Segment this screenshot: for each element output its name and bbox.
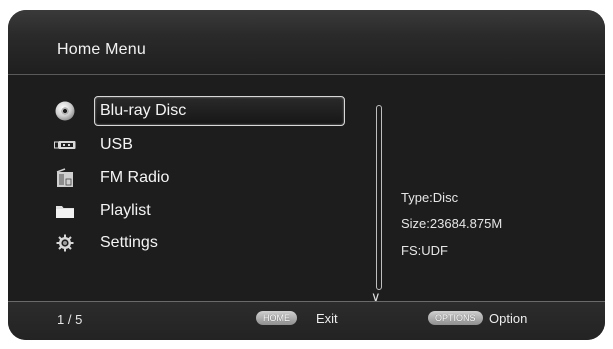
page-indicator: 1 / 5 (57, 312, 83, 327)
info-size: Size:23684.875M (401, 216, 503, 231)
home-action-label: Exit (316, 311, 338, 326)
usb-icon (54, 134, 76, 156)
menu-item-blu-ray-disc[interactable]: Blu-ray Disc (54, 96, 364, 126)
header-bar: Home Menu (8, 10, 605, 75)
menu-item-label: Blu-ray Disc (100, 102, 187, 119)
selection-highlight: Blu-ray Disc (94, 96, 345, 126)
menu-item-label: FM Radio (100, 169, 170, 186)
footer-bar: 1 / 5 HOME Exit OPTIONS Option (8, 301, 605, 340)
menu-item-playlist[interactable]: Playlist (54, 196, 364, 226)
home-button[interactable]: HOME (256, 311, 297, 325)
info-type: Type:Disc (401, 190, 459, 205)
folder-icon (54, 200, 76, 222)
scrollbar[interactable] (376, 105, 382, 290)
info-fs: FS:UDF (401, 243, 448, 258)
menu-item-label: Settings (100, 234, 158, 251)
menu-item-fm-radio[interactable]: FM Radio (54, 163, 364, 193)
gear-icon (54, 232, 76, 254)
options-action-label: Option (489, 311, 528, 326)
menu-item-usb[interactable]: USB (54, 130, 364, 160)
menu-item-label: Playlist (100, 202, 151, 219)
menu-item-settings[interactable]: Settings (54, 228, 364, 258)
home-menu-screen: Home Menu Blu-ray Disc USB FM Radio Play… (8, 10, 605, 340)
options-button[interactable]: OPTIONS (428, 311, 483, 325)
disc-icon (54, 100, 76, 122)
menu-item-label: USB (100, 136, 133, 153)
radio-icon (54, 167, 76, 189)
page-title: Home Menu (57, 41, 146, 58)
